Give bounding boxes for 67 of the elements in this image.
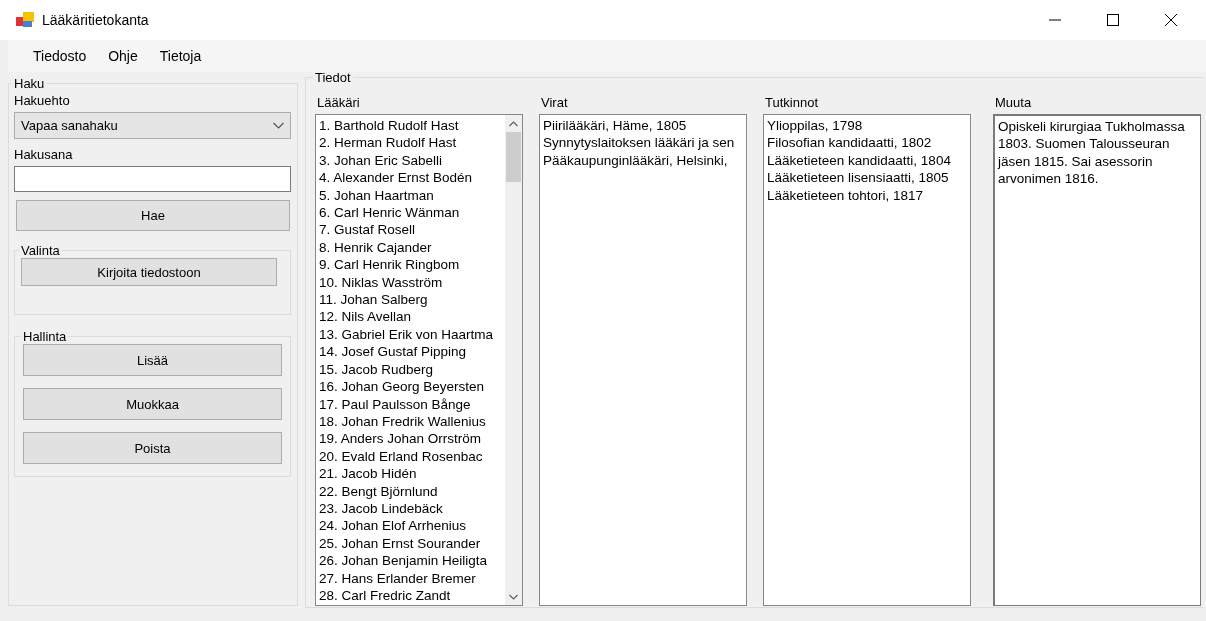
list-item[interactable]: 7. Gustaf Rosell <box>319 221 505 239</box>
text-line: Lääketieteen tohtori, 1817 <box>767 186 925 205</box>
menu-item[interactable]: Tiedosto <box>22 46 98 66</box>
group-title: Hallinta <box>22 329 68 344</box>
text-box[interactable]: Ylioppilas, 1798 Filosofian kandidaatti, 1802 Lääketieteen kandidaatti, 1804 Lääketieteen lisensiaatti, 1805 Lääketieteen tohtori, 1817 <box>763 114 971 606</box>
text-line: Ylioppilas, 1798 <box>767 117 864 135</box>
list-item[interactable]: 10. Niklas Wasström <box>319 273 505 292</box>
list-item[interactable]: 20. Evald Erland Rosenbac <box>319 447 505 466</box>
list-item[interactable]: 24. Johan Elof Arrhenius <box>319 517 505 535</box>
list-item[interactable]: 26. Johan Benjamin Heiligta <box>319 552 505 570</box>
field-label: Hakusana <box>14 147 74 162</box>
group-title: Valinta <box>20 243 61 258</box>
notes-text-area[interactable]: Opiskeli kirurgiaa Tukholmassa 1803. Suomen Talousseuran jäsen 1815. Sai asessorin arvonimen 1816. <box>993 114 1201 606</box>
search-input[interactable] <box>14 166 291 192</box>
list-item[interactable]: 16. Johan Georg Beyersten <box>319 378 505 396</box>
list-item[interactable]: 21. Jacob Hidén <box>319 465 505 483</box>
write-file-button[interactable]: Kirjoita tiedostoon <box>21 258 277 286</box>
list-item[interactable]: 8. Henrik Cajander <box>319 238 505 257</box>
column-label: Muuta <box>995 95 1033 110</box>
list-item[interactable]: 5. Johan Haartman <box>319 186 505 205</box>
list-item[interactable]: 9. Carl Henrik Ringbom <box>319 256 505 274</box>
list-item[interactable]: 23. Jacob Lindebäck <box>319 499 505 518</box>
search-criterion-dropdown[interactable]: Vapaa sanahaku <box>14 112 291 139</box>
chevron-down-icon <box>273 122 284 129</box>
column-label: Tutkinnot <box>765 95 819 110</box>
list-item[interactable]: 19. Anders Johan Orrström <box>319 430 505 448</box>
list-item[interactable]: 3. Johan Eric Sabelli <box>319 151 505 170</box>
maximize-icon <box>1106 13 1120 27</box>
column-label: Lääkäri <box>317 95 361 110</box>
list-item[interactable]: 15. Jacob Rudberg <box>319 360 505 379</box>
field-label: Hakuehto <box>14 93 71 108</box>
menu-item[interactable]: Ohje <box>97 46 149 66</box>
text-line: Piirilääkäri, Häme, 1805 <box>543 117 688 135</box>
column-label: Virat <box>541 95 569 110</box>
list-item[interactable]: 6. Carl Henric Wänman <box>319 204 505 222</box>
action-button[interactable]: Poista <box>23 432 282 464</box>
action-button[interactable]: Muokkaa <box>23 388 282 420</box>
list-box[interactable] <box>315 114 523 606</box>
text-line: Synnytyslaitoksen lääkäri ja sen <box>543 134 736 152</box>
list-item[interactable]: 13. Gabriel Erik von Haartma <box>319 325 505 344</box>
action-button[interactable]: Lisää <box>23 344 282 376</box>
list-item[interactable]: 22. Bengt Björnlund <box>319 482 505 500</box>
text-box[interactable]: Piirilääkäri, Häme, 1805 Synnytyslaitoksen lääkäri ja sen Pääkaupunginlääkäri, Helsinki, <box>539 114 747 606</box>
close-icon <box>1164 13 1178 27</box>
list-item[interactable]: 27. Hans Erlander Bremer <box>319 569 505 587</box>
list-item[interactable]: 25. Johan Ernst Sourander <box>319 534 505 553</box>
list-item[interactable]: 1. Barthold Rudolf Hast <box>319 117 505 135</box>
text-line: Pääkaupunginlääkäri, Helsinki, <box>543 151 729 170</box>
scrollbar-thumb[interactable] <box>506 132 521 182</box>
list-item[interactable]: 12. Nils Avellan <box>319 308 505 326</box>
list-item[interactable]: 2. Herman Rudolf Hast <box>319 134 505 152</box>
list-item[interactable]: 18. Johan Fredrik Wallenius <box>319 412 505 431</box>
text-line: Filosofian kandidaatti, 1802 <box>767 134 933 152</box>
text-line: Lääketieteen lisensiaatti, 1805 <box>767 169 950 187</box>
group-title: Haku <box>13 76 46 91</box>
list-item[interactable]: 17. Paul Paulsson Bånge <box>319 395 505 413</box>
notes-text: Opiskeli kirurgiaa Tukholmassa 1803. Suomen Talousseuran jäsen 1815. Sai asessorin arvonimen 1816. <box>998 118 1186 189</box>
list-item[interactable]: 11. Johan Salberg <box>319 291 505 309</box>
text-line: Lääketieteen kandidaatti, 1804 <box>767 151 952 170</box>
list-item[interactable]: 4. Alexander Ernst Bodén <box>319 169 505 187</box>
search-button[interactable]: Hae <box>16 200 290 231</box>
group-title: Tiedot <box>314 70 352 85</box>
list-item[interactable]: 28. Carl Fredric Zandt <box>319 586 505 605</box>
app-icon <box>16 12 34 28</box>
list-item[interactable]: 14. Josef Gustaf Pipping <box>319 343 505 361</box>
window-title: Lääkäritietokanta <box>42 12 150 28</box>
menu-item[interactable]: Tietoja <box>148 46 213 66</box>
